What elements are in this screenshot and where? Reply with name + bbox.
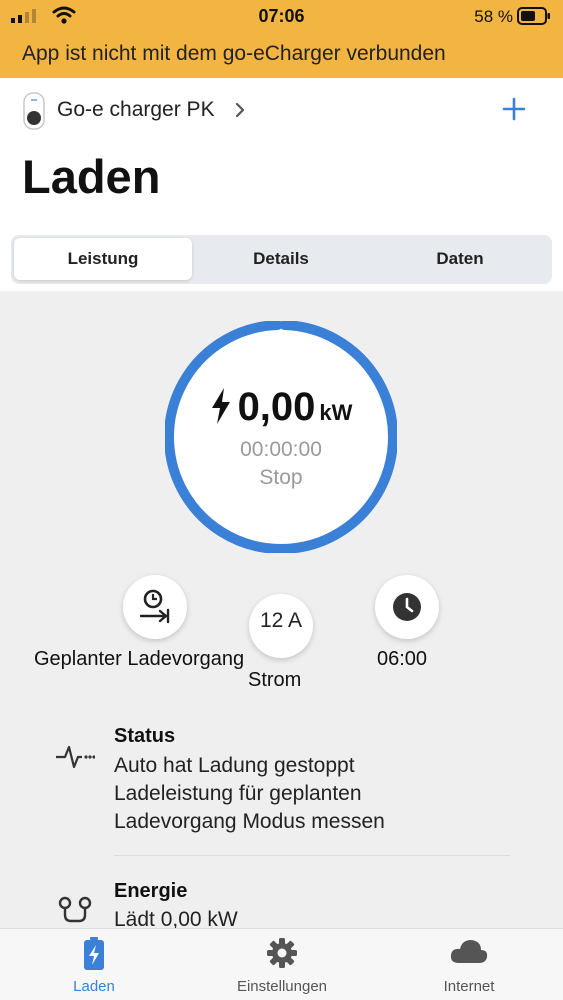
status-bar: 07:06 58 % — [0, 0, 563, 34]
scheduled-charging-button[interactable] — [123, 575, 187, 639]
battery-charging-icon — [84, 937, 104, 970]
scheduled-charging-label: Geplanter Ladevorgang — [34, 648, 245, 670]
gear-icon — [267, 938, 297, 968]
charge-time-label: 06:00 — [377, 648, 428, 670]
add-device-button[interactable] — [501, 96, 527, 122]
tab-einstellungen-label: Einstellungen — [236, 978, 328, 995]
tab-leistung[interactable]: Leistung — [14, 238, 192, 280]
page-title: Laden — [22, 150, 161, 203]
tab-details[interactable]: Details — [192, 238, 370, 280]
power-unit: kW — [319, 400, 353, 425]
charge-state: Stop — [259, 466, 303, 489]
current-button[interactable]: 12 A — [249, 594, 313, 658]
battery-percentage: 58 % — [474, 7, 513, 26]
charger-device-icon[interactable] — [22, 91, 46, 131]
pulse-icon — [56, 745, 95, 769]
clock-icon — [393, 593, 421, 621]
tab-internet-label: Internet — [443, 978, 495, 995]
connection-warning-banner: App ist nicht mit dem go-eCharger verbun… — [0, 34, 563, 78]
tab-einstellungen[interactable]: Einstellungen — [188, 929, 376, 1000]
tab-laden[interactable]: Laden — [0, 929, 188, 1000]
charge-time-button[interactable] — [375, 575, 439, 639]
charge-duration: 00:00:00 — [240, 438, 322, 461]
status-line: Ladeleistung für geplanten — [114, 782, 362, 805]
device-name-button[interactable]: Go-e charger PK — [57, 98, 215, 122]
energy-title: Energie — [114, 880, 188, 902]
divider — [114, 855, 510, 856]
segmented-control: Leistung Details Daten — [11, 235, 552, 284]
battery-icon — [517, 7, 550, 25]
route-icon — [58, 896, 92, 923]
current-value: 12 A — [259, 609, 303, 632]
cloud-icon — [450, 940, 488, 963]
status-title: Status — [114, 725, 176, 747]
banner-text: App ist nicht mit dem go-eCharger verbun… — [22, 42, 446, 65]
header: Go-e charger PK Laden Leistung Details D… — [0, 78, 563, 291]
schedule-timer-icon — [139, 589, 170, 624]
tab-bar: Laden Einstellungen Internet — [0, 928, 563, 1000]
lightning-bolt-icon — [211, 388, 230, 424]
tab-internet[interactable]: Internet — [375, 929, 563, 1000]
tab-laden-label: Laden — [73, 978, 115, 995]
gauge-readout: 0,00 kW 00:00:00 Stop — [165, 321, 397, 553]
status-line: Ladevorgang Modus messen — [114, 810, 385, 833]
power-value: 0,00 — [237, 385, 316, 429]
power-row: 0,00 kW — [165, 385, 397, 430]
current-label: Strom — [248, 669, 302, 691]
chevron-right-icon[interactable] — [234, 100, 246, 120]
tab-daten[interactable]: Daten — [371, 238, 549, 280]
status-line: Auto hat Ladung gestoppt — [114, 754, 355, 777]
